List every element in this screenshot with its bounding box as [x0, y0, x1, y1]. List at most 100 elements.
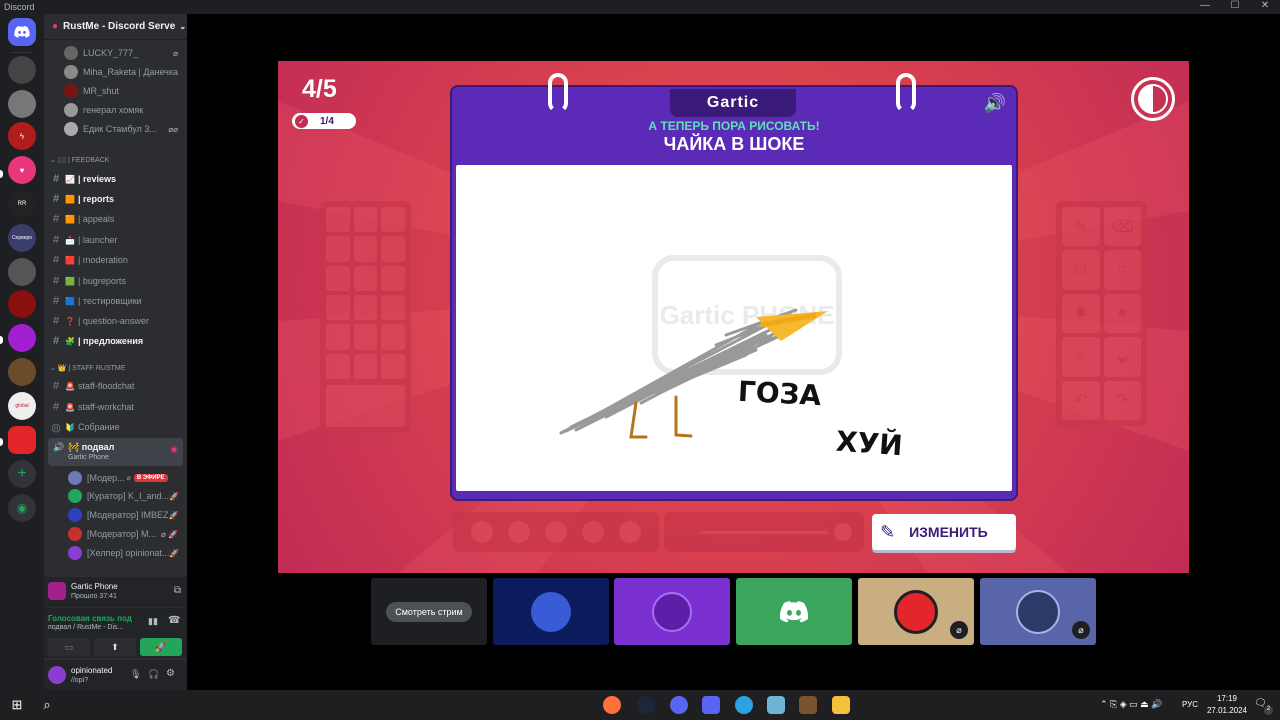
server-name: RustMe - Discord Serve: [63, 21, 176, 32]
disconnect-icon[interactable]: ☎: [168, 615, 180, 626]
avatar: [531, 591, 571, 632]
undo-icon[interactable]: ↶: [1062, 380, 1100, 420]
language-indicator[interactable]: РУС: [1182, 700, 1198, 709]
file-explorer-icon[interactable]: [832, 696, 850, 714]
clock-date[interactable]: 27.01.2024: [1202, 706, 1252, 715]
category-feedback[interactable]: ⌄ 🖂 | FEEDBACK: [50, 156, 109, 167]
popout-icon[interactable]: ⧉: [174, 585, 181, 596]
participant-tile[interactable]: ⌀: [858, 578, 974, 645]
voice-user[interactable]: генерал хомяк: [64, 101, 182, 119]
username: opinionated: [71, 666, 113, 675]
redo-icon[interactable]: ↷: [1103, 380, 1141, 420]
channel-bugreports[interactable]: # 🟩 | bugreports: [48, 272, 183, 290]
windows-start-icon[interactable]: ⊞: [8, 696, 26, 714]
muted-icon: ⌀ 🚀: [161, 529, 178, 539]
server-icon[interactable]: [8, 90, 36, 118]
notes-icon[interactable]: [767, 696, 785, 714]
channel-moderation[interactable]: # 🟥 | moderation: [48, 251, 183, 269]
discord-icon[interactable]: [702, 696, 720, 714]
channel-reviews[interactable]: # 📈 | reviews: [48, 170, 183, 188]
server-icon[interactable]: ♥: [8, 156, 36, 184]
sound-icon[interactable]: 🔊: [984, 93, 1006, 114]
firefox-icon[interactable]: [603, 696, 621, 714]
voice-user[interactable]: Едик Стамбул 3... ⌀⌀: [64, 120, 182, 138]
add-server-icon[interactable]: +: [8, 460, 36, 488]
avatar[interactable]: [48, 666, 66, 684]
channel-testers[interactable]: # 🟦 | тестировщики: [48, 292, 183, 310]
server-icon[interactable]: [8, 258, 36, 286]
server-icon[interactable]: [8, 290, 36, 318]
participant-tile[interactable]: ⌀: [980, 578, 1096, 645]
server-icon[interactable]: [8, 324, 36, 352]
rect-fill-tool-icon[interactable]: ■: [1062, 293, 1100, 334]
server-icon[interactable]: ϟ: [8, 122, 36, 150]
edit-button[interactable]: ✎ ИЗМЕНИТЬ: [872, 514, 1016, 550]
pencil-tool-icon[interactable]: ✎: [1062, 207, 1100, 247]
window-title: Discord: [4, 2, 35, 12]
minecraft-icon[interactable]: [799, 696, 817, 714]
server-rail: ϟ ♥ RR Серверо global + ◉: [0, 14, 44, 690]
category-staff[interactable]: ⌄ 👑 | STAFF RUSTME: [50, 364, 125, 372]
channel-appeals[interactable]: # 🟧 | appeals: [48, 210, 183, 228]
check-icon: ✓: [295, 114, 308, 128]
server-icon[interactable]: [8, 358, 36, 386]
maximize-icon[interactable]: ☐: [1220, 0, 1250, 14]
headphones-icon[interactable]: 🎧: [148, 669, 159, 680]
ellipse-fill-tool-icon[interactable]: ●: [1103, 293, 1141, 334]
gear-icon[interactable]: ⚙: [166, 668, 175, 679]
fill-bucket-tool-icon[interactable]: ⬙: [1103, 337, 1141, 377]
server-icon[interactable]: RR: [8, 190, 36, 218]
voice-member[interactable]: [Модератор] IMBEZ 🚀: [68, 506, 182, 524]
windows-taskbar: ⊞ ⌕ ⌃ ⎘ ◈ ▭ ⏏ 🔊 РУС 17:19 27.01.2024 🗨 2: [0, 690, 1280, 720]
minimize-icon[interactable]: —: [1190, 0, 1220, 14]
microphone-icon[interactable]: 🎙: [130, 669, 141, 680]
explore-icon[interactable]: ◉: [8, 494, 36, 522]
voice-user[interactable]: MR_shut: [64, 82, 182, 100]
voice-channel-active[interactable]: 🔊 🚧 подвал Gartic Phone ◉: [48, 438, 183, 466]
discord-ptb-icon[interactable]: [670, 696, 688, 714]
voice-member[interactable]: [Модератор] M... ⌀ 🚀: [68, 525, 182, 543]
watch-stream-button[interactable]: Смотреть стрим: [386, 601, 472, 622]
channel-staff-floodchat[interactable]: # 🚨 staff-floodchat: [48, 377, 183, 395]
steam-icon[interactable]: [637, 696, 655, 714]
participant-tile[interactable]: [614, 578, 730, 645]
server-icon[interactable]: [8, 426, 36, 454]
server-icon[interactable]: global: [8, 392, 36, 420]
muted-icon: ⌀: [1072, 621, 1090, 639]
camera-button[interactable]: ▭: [48, 638, 90, 656]
stream-tile[interactable]: Смотреть стрим: [371, 578, 487, 645]
drawing-canvas[interactable]: Gartic PHONE ГОЗА ХУЙ: [456, 165, 1012, 491]
participant-tile[interactable]: [736, 578, 852, 645]
voice-member[interactable]: [Куратор] K_I_and... 🚀: [68, 487, 182, 505]
voice-user[interactable]: Miha_Raketa | Данечка: [64, 63, 182, 81]
telegram-icon[interactable]: [735, 696, 753, 714]
voice-member[interactable]: [Хелпер] opinionat... 🚀: [68, 544, 182, 562]
channel-question-answer[interactable]: # ❓ | question-answer: [48, 312, 183, 330]
opacity-slider[interactable]: [664, 512, 864, 552]
server-header[interactable]: ● RustMe - Discord Serve ⌄: [44, 14, 187, 40]
server-icon[interactable]: [8, 56, 36, 84]
close-icon[interactable]: ✕: [1250, 0, 1280, 14]
activity-button[interactable]: 🚀: [140, 638, 182, 656]
channel-reports[interactable]: # 🟧 | reports: [48, 190, 183, 208]
channel-suggestions[interactable]: # 🧩 | предложения: [48, 332, 183, 350]
tray-icons[interactable]: ⌃ ⎘ ◈ ▭ ⏏ 🔊: [1100, 699, 1162, 710]
clock-time[interactable]: 17:19: [1207, 694, 1247, 703]
rect-outline-tool-icon[interactable]: □: [1062, 250, 1100, 290]
brush-size-selector[interactable]: [453, 512, 659, 552]
server-icon[interactable]: Серверо: [8, 224, 36, 252]
voice-user[interactable]: LUCKY_777_ ⌀: [64, 44, 182, 62]
line-tool-icon[interactable]: ⟋: [1062, 337, 1100, 377]
signal-icon[interactable]: ▮▮: [148, 616, 158, 627]
channel-meeting[interactable]: ◎ 🔰 Собрание: [48, 418, 183, 436]
participant-tile[interactable]: [493, 578, 609, 645]
discord-home-icon[interactable]: [8, 18, 36, 46]
ellipse-outline-tool-icon[interactable]: ○: [1103, 250, 1141, 290]
screenshare-button[interactable]: ⬆: [94, 638, 136, 656]
voice-member[interactable]: [Модер... ⌀ В ЭФИРЕ: [68, 469, 182, 487]
channel-launcher[interactable]: # 📩 | launcher: [48, 231, 183, 249]
eraser-tool-icon[interactable]: ⌫: [1103, 207, 1141, 247]
channel-staff-workchat[interactable]: # 🚨 staff-workchat: [48, 398, 183, 416]
search-icon[interactable]: ⌕: [38, 696, 56, 714]
tools-panel: ✎ ⌫ □ ○ ■ ● ⟋ ⬙ ↶ ↷: [1056, 201, 1147, 426]
